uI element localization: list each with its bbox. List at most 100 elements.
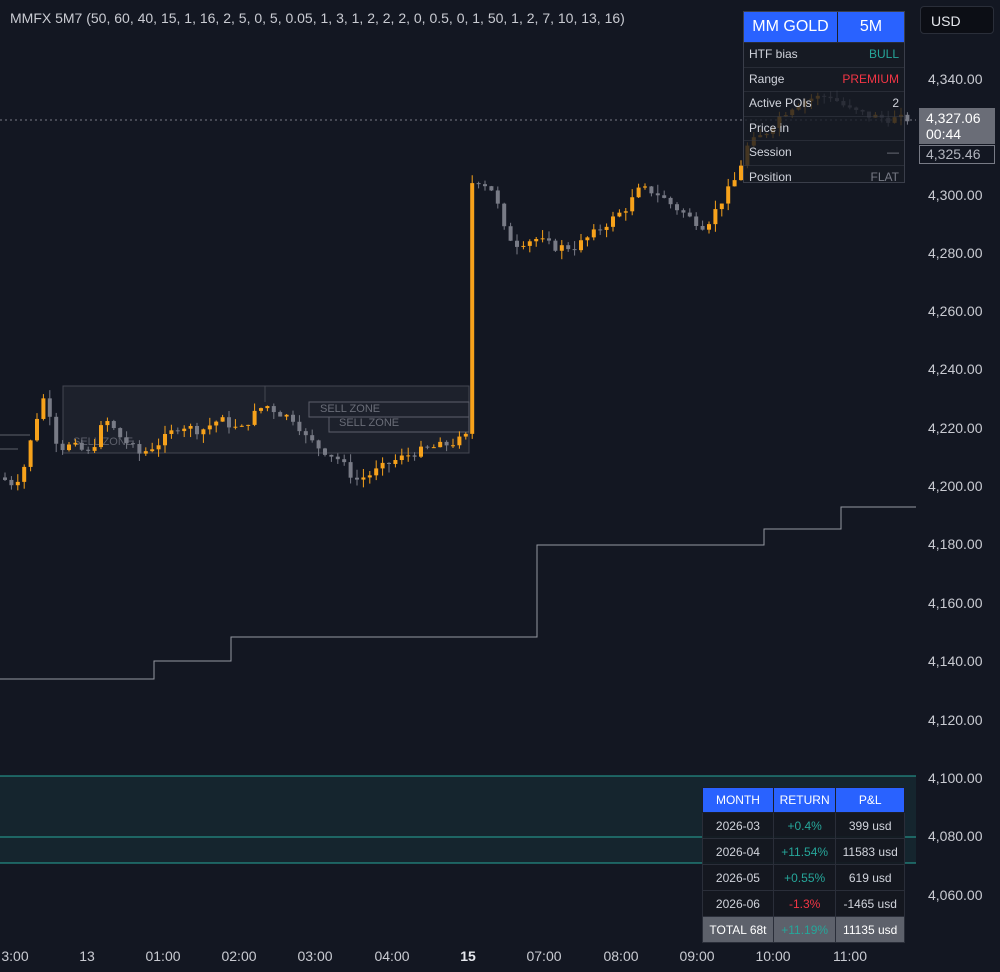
candle-body: [719, 203, 724, 210]
candle-body: [451, 445, 455, 447]
price-tick: 4,260.00: [928, 303, 983, 319]
status-value: —: [887, 145, 899, 159]
time-tick: 02:00: [221, 948, 257, 964]
time-tick: 04:00: [374, 948, 410, 964]
candle-body: [630, 197, 635, 212]
candle-body: [611, 216, 615, 227]
candle-body: [559, 245, 564, 251]
candle-body: [393, 460, 398, 464]
time-tick: 08:00: [603, 948, 639, 964]
candle-body: [476, 183, 481, 185]
candle-body: [291, 414, 295, 422]
time-tick: 11:00: [833, 948, 867, 964]
candle-body: [547, 238, 551, 241]
candle-body: [399, 455, 404, 461]
candle-body: [9, 479, 14, 486]
candle-body: [246, 424, 251, 426]
time-tick: 15: [460, 948, 476, 964]
candle-body: [444, 441, 449, 446]
total-return: +11.19%: [772, 916, 837, 943]
candle-body: [553, 240, 558, 251]
candle-body: [463, 433, 468, 437]
candle-body: [419, 446, 423, 457]
bar-countdown: 00:44: [926, 126, 962, 142]
candle-body: [425, 446, 430, 448]
price-tick: 4,080.00: [928, 828, 983, 844]
return-cell: +11.54%: [772, 838, 837, 865]
price-tick: 4,120.00: [928, 712, 983, 728]
current-price-value: 4,327.06: [926, 110, 981, 126]
candle-body: [585, 237, 590, 241]
candle-body: [438, 441, 443, 448]
candle-body: [3, 477, 7, 480]
candle-body: [105, 421, 110, 426]
candle-body: [521, 245, 526, 247]
candle-body: [905, 114, 910, 122]
candle-body: [188, 425, 193, 429]
sell-zone-label-3: SELL ZONE: [339, 417, 399, 429]
candle-body: [73, 442, 78, 445]
return-cell: +0.4%: [772, 812, 837, 839]
candle-body: [687, 212, 692, 217]
candle-body: [214, 421, 219, 426]
candle-body: [15, 481, 20, 486]
candle-body: [406, 455, 411, 457]
candle-body: [169, 430, 174, 434]
candle-body: [527, 241, 532, 246]
price-tick: 4,340.00: [928, 71, 983, 87]
total-row: TOTAL 68t +11.19% 11135 usd: [702, 916, 905, 943]
candle-body: [310, 435, 315, 441]
status-panel: MM GOLD 5M HTF bias BULL Range PREMIUM Act…: [743, 11, 905, 184]
table-row: 2026-03 +0.4% 399 usd: [702, 812, 905, 839]
candle-body: [431, 447, 436, 449]
candle-body: [655, 193, 660, 196]
time-axis[interactable]: 3:00 13 01:00 02:00 03:00 04:00 15 07:00…: [0, 940, 916, 972]
candle-body: [124, 437, 129, 444]
candle-body: [150, 449, 155, 452]
candle-body: [348, 462, 353, 478]
header-pnl: P&L: [835, 787, 905, 813]
candle-body: [131, 443, 135, 445]
candle-body: [118, 428, 123, 438]
status-key: Range: [749, 71, 785, 86]
candle-body: [726, 186, 731, 204]
candle-body: [137, 444, 142, 454]
candle-body: [457, 436, 462, 446]
time-tick: 09:00: [679, 948, 715, 964]
candle-body: [323, 448, 327, 455]
header-month: MONTH: [702, 787, 774, 813]
candle-body: [675, 204, 679, 211]
month-cell: 2026-05: [702, 864, 774, 891]
time-tick: 10:00: [755, 948, 791, 964]
status-row: Range PREMIUM: [744, 66, 904, 92]
time-tick: 07:00: [526, 948, 562, 964]
time-tick: 01:00: [145, 948, 181, 964]
candle-body: [35, 418, 39, 441]
price-tick: 4,100.00: [928, 770, 983, 786]
total-pnl: 11135 usd: [835, 916, 905, 943]
candle-body: [470, 183, 475, 434]
candle-body: [643, 186, 647, 188]
candle-body: [86, 449, 91, 451]
indicator-title[interactable]: MMFX 5M7 (50, 60, 40, 15, 1, 16, 2, 5, 0…: [10, 10, 625, 26]
candle-body: [732, 180, 737, 187]
candle-body: [163, 433, 167, 446]
candle-body: [271, 406, 276, 413]
candle-body: [99, 425, 103, 448]
status-value: 2: [892, 96, 899, 110]
candle-body: [534, 239, 539, 242]
table-row: 2026-05 +0.55% 619 usd: [702, 864, 905, 891]
candle-body: [579, 240, 583, 251]
candle-body: [572, 249, 577, 251]
return-cell: +0.55%: [772, 864, 837, 891]
candle-body: [316, 440, 321, 449]
candle-body: [220, 417, 225, 422]
candle-body: [201, 429, 206, 435]
month-cell: 2026-06: [702, 890, 774, 917]
candle-body: [265, 406, 270, 409]
time-tick: 03:00: [297, 948, 333, 964]
header-return: RETURN: [772, 787, 837, 813]
candle-body: [713, 209, 718, 225]
candle-body: [195, 425, 199, 435]
candle-body: [662, 195, 667, 198]
